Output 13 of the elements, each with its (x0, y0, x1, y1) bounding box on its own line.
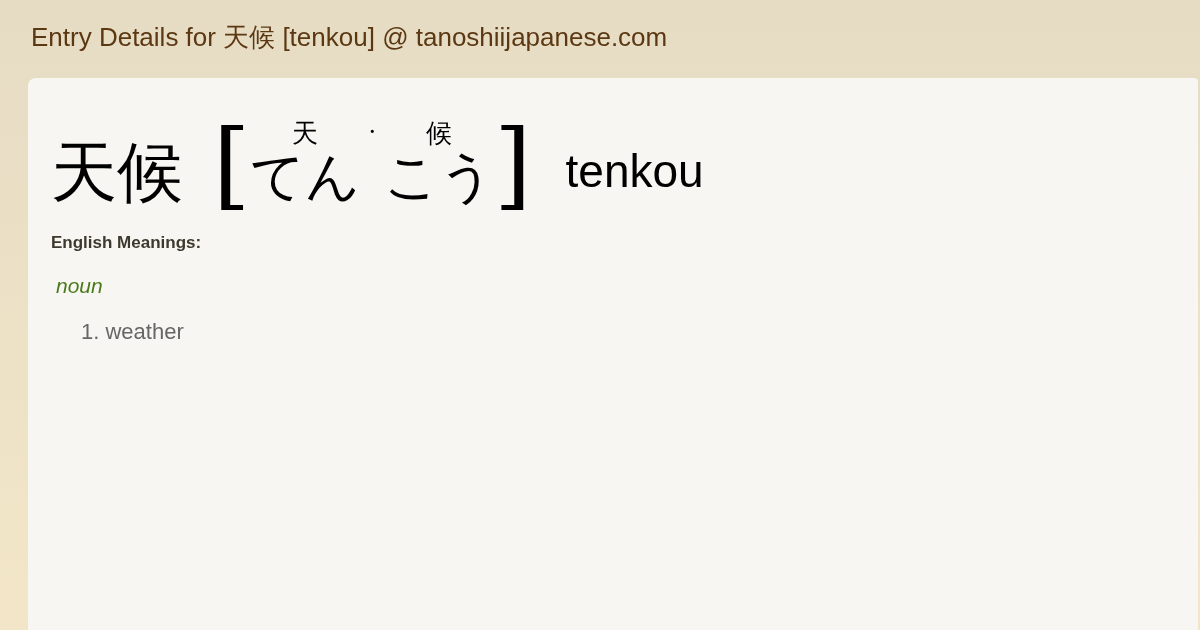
kanji-word: 天候 (51, 140, 183, 206)
section-heading: English Meanings: (51, 232, 203, 254)
kana-reading: こう (384, 150, 495, 204)
part-of-speech: noun (56, 272, 104, 299)
kana-reading: てん (250, 150, 361, 204)
furigana-separator: · (367, 120, 378, 144)
furigana: 天 (292, 120, 319, 146)
meaning-text: 1. weather (81, 318, 185, 346)
page-title: Entry Details for 天候 [tenkou] @ tanoshiijapanese.com (31, 20, 668, 54)
bracket: [ (213, 116, 251, 212)
romaji-reading: tenkou (565, 148, 704, 194)
bracket: ] (494, 116, 532, 212)
furigana: 候 (426, 120, 453, 146)
